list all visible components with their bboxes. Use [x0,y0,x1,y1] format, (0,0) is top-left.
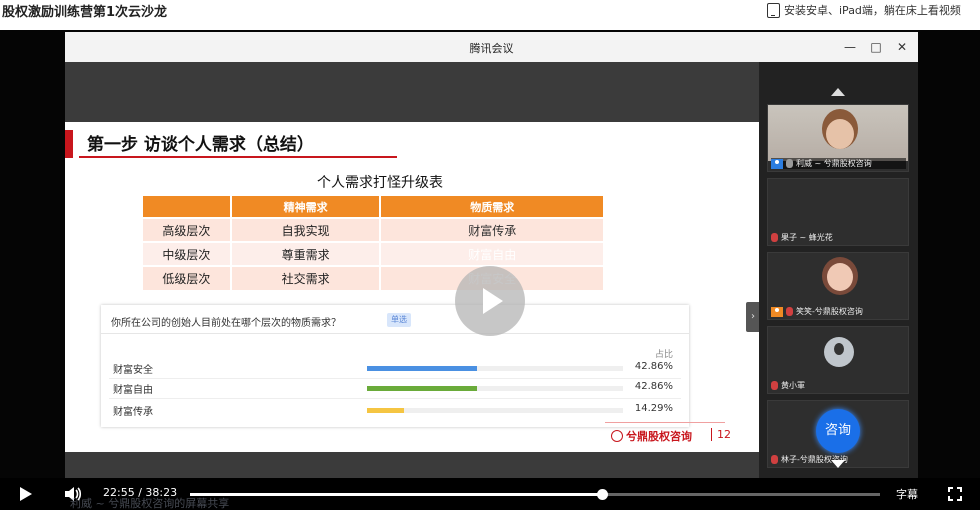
user-icon [771,306,783,317]
participant-name-bar: 黄小軍 [771,380,906,391]
participant-tile[interactable]: 果子 ~ 蜂光花 [767,178,909,246]
panel-toggle-chevron-icon[interactable]: › [746,302,760,332]
poll-row-divider [109,398,681,399]
poll-option-label: 财富传承 [113,407,153,418]
table-row: 低级层次 社交需求 财富安全 [143,265,605,290]
meeting-window: 腾讯会议 — □ ✕ 第一步 访谈个人需求（总结） 个人需求打怪升级表 精神需求 [65,32,918,480]
poll-type-badge: 单选 [387,313,411,327]
slide-footer-rule [605,422,725,423]
participant-panel: 利威 ~ 兮鼎股权咨询 果子 ~ 蜂光花 笑笑-兮鼎股权咨询 黄小軍 咨询 林子… [759,62,918,480]
table-cell: 财富传承 [380,217,605,242]
table-cell: 低级层次 [143,265,232,290]
poll-bar-fill [367,366,477,371]
poll-option: 财富传承 14.29% [101,401,689,419]
table-row: 中级层次 尊重需求 财富自由 [143,241,605,266]
install-app-link[interactable]: 安装安卓、iPad端，躺在床上看视频 [767,2,961,18]
mic-icon [786,159,793,168]
poll-bar-fill [367,386,477,391]
install-hint-text: 安装安卓、iPad端，躺在床上看视频 [784,4,961,17]
minimize-icon: — [844,40,856,54]
participant-name-bar: 笑笑-兮鼎股权咨询 [771,306,906,317]
slide-table-title: 个人需求打怪升级表 [317,175,443,191]
poll-option: 财富安全 42.86% [101,359,689,379]
company-logo: 兮鼎股权咨询 [611,428,692,444]
maximize-icon: □ [870,40,882,54]
page-topbar: 股权激励训练营第1次云沙龙 安装安卓、iPad端，躺在床上看视频 [0,0,980,30]
meeting-titlebar: 腾讯会议 — □ ✕ [65,32,918,62]
poll-results: 你所在公司的创始人目前处在哪个层次的物质需求？ 单选 占比 财富安全 42.86… [101,305,689,427]
participant-tile[interactable]: 笑笑-兮鼎股权咨询 [767,252,909,320]
poll-bar-track [367,386,623,391]
mic-muted-icon [786,307,793,316]
participant-tile[interactable]: 黄小軍 [767,326,909,394]
poll-divider [101,333,689,334]
poll-question: 你所在公司的创始人目前处在哪个层次的物质需求？ [111,318,341,329]
table-cell: 财富自由 [380,241,605,266]
company-logo-text: 兮鼎股权咨询 [626,430,692,443]
table-row: 高级层次 自我实现 财富传承 [143,217,605,242]
scroll-up-icon[interactable] [831,88,845,96]
presentation-slide: 第一步 访谈个人需求（总结） 个人需求打怪升级表 精神需求 物质需求 高级层次 … [65,122,759,452]
progress-bar[interactable] [190,489,880,500]
video-player[interactable]: 腾讯会议 — □ ✕ 第一步 访谈个人需求（总结） 个人需求打怪升级表 精神需求 [0,30,980,510]
fullscreen-icon[interactable] [948,487,962,501]
tablet-icon [767,2,780,18]
slide-page-number: 12 [711,428,731,441]
poll-bar-track [367,408,623,413]
screen-share-status: 利威 ~ 兮鼎股权咨询的屏幕共享 [70,495,229,511]
screen-share-area: 第一步 访谈个人需求（总结） 个人需求打怪升级表 精神需求 物质需求 高级层次 … [65,62,760,480]
poll-option-percent: 42.86% [634,361,673,372]
mic-muted-icon [771,381,778,390]
mic-muted-icon [771,455,778,464]
subtitle-button[interactable]: 字幕 [896,486,918,502]
consult-badge[interactable]: 咨询 [816,409,860,453]
table-cell: 高级层次 [143,217,232,242]
participant-name: 黄小軍 [781,381,805,390]
poll-option-percent: 42.86% [634,381,673,392]
host-user-icon [771,158,783,169]
mic-muted-icon [771,233,778,242]
participant-tile[interactable]: 咨询 林子-兮鼎股权咨询 [767,400,909,468]
poll-bar-fill [367,408,404,413]
table-cell: 中级层次 [143,241,232,266]
participant-name: 笑笑-兮鼎股权咨询 [796,307,863,316]
table-header-cell [143,196,232,218]
table-header-cell: 精神需求 [230,196,382,218]
table-cell: 自我实现 [230,217,382,242]
close-icon: ✕ [896,40,908,54]
participant-name: 果子 ~ 蜂光花 [781,233,833,242]
participant-name: 利威 ~ 兮鼎股权咨询 [796,159,872,168]
table-cell: 社交需求 [230,265,382,290]
participant-face [826,119,854,149]
participant-avatar [834,343,844,355]
participant-tile[interactable]: 利威 ~ 兮鼎股权咨询 [767,104,909,172]
play-icon[interactable] [20,487,32,501]
poll-option-percent: 14.29% [634,403,673,414]
needs-table: 精神需求 物质需求 高级层次 自我实现 财富传承 中级层次 尊重需求 财富自由 … [143,196,605,290]
needs-table-header: 精神需求 物质需求 [143,196,605,218]
table-header-cell: 物质需求 [380,196,605,218]
scroll-down-icon[interactable] [831,460,845,468]
table-cell: 尊重需求 [230,241,382,266]
progress-fill [190,493,602,496]
progress-handle[interactable] [596,489,608,500]
screen-share-status-text: 利威 ~ 兮鼎股权咨询的屏幕共享 [70,497,230,510]
logo-mark-icon [611,430,623,442]
slide-heading-rule [79,156,397,158]
participant-video [768,105,908,161]
participant-name-bar: 果子 ~ 蜂光花 [771,232,906,243]
poll-bar-track [367,366,623,371]
play-overlay-icon[interactable] [455,266,525,336]
poll-option-label: 财富自由 [113,385,153,396]
participant-name-bar: 利威 ~ 兮鼎股权咨询 [771,158,906,169]
poll-option-label: 财富安全 [113,365,153,376]
participant-face [827,263,853,291]
poll-option: 财富自由 42.86% [101,379,689,399]
slide-heading: 第一步 访谈个人需求（总结） [87,135,314,155]
slide-accent-bar [65,130,73,158]
page-title: 股权激励训练营第1次云沙龙 [2,5,168,20]
meeting-window-title: 腾讯会议 [469,42,514,55]
